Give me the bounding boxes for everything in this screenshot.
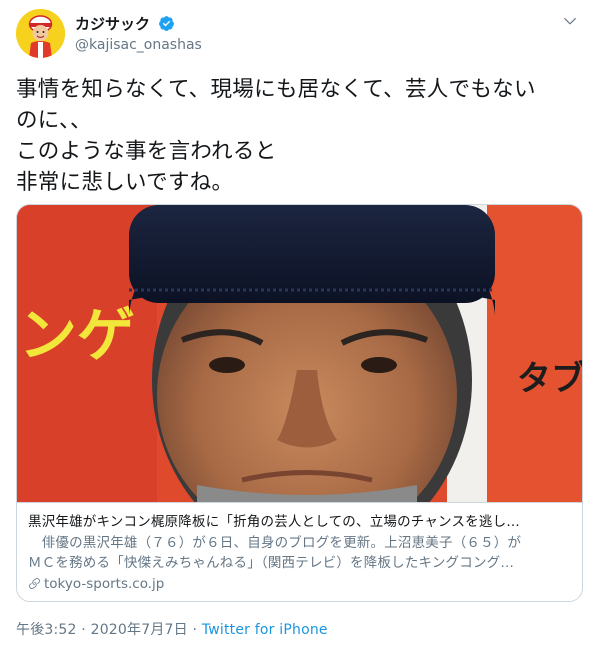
author-display-name[interactable]: カジサック: [75, 13, 150, 34]
tweet-text-line: 事情を知らなくて、現場にも居なくて、芸人でもない: [16, 77, 536, 102]
avatar[interactable]: [16, 9, 65, 58]
card-body[interactable]: 黒沢年雄がキンコン梶原降板に「折角の芸人としての、立場のチャンスを逃し… 俳優の…: [17, 502, 582, 601]
verified-badge-icon: [159, 16, 175, 31]
tweet-meta: 午後3:52 · 2020年7月7日 · Twitter for iPhone: [16, 619, 328, 639]
meta-separator: ·: [187, 622, 202, 638]
banner-text-left: ンゲ: [19, 301, 135, 369]
card-title[interactable]: 黒沢年雄がキンコン梶原降板に「折角の芸人としての、立場のチャンスを逃し…: [28, 512, 573, 532]
avatar-illustration: [16, 9, 65, 58]
card-description-line: ＭＣを務める「快傑えみちゃんねる」（関西テレビ）を降板したキングコング…: [28, 554, 515, 571]
author-handle[interactable]: @kajisac_onashas: [75, 37, 202, 53]
banner-text-right: タブ: [517, 359, 583, 399]
tweet-text-line: のに、、: [16, 108, 92, 133]
card-description-line: 俳優の黒沢年雄（７６）が６日、自身のブログを更新。上沼恵美子（６５）が: [28, 535, 522, 551]
link-icon: [29, 578, 40, 589]
tweet-time[interactable]: 午後3:52: [16, 622, 77, 638]
tweet-text: 事情を知らなくて、現場にも居なくて、芸人でもない のに、、 このような事を言われ…: [16, 74, 579, 198]
tweet-text-line: このような事を言われると: [16, 139, 277, 164]
card-domain[interactable]: tokyo-sports.co.jp: [28, 574, 573, 594]
card-photo: ンゲ タブ: [17, 205, 583, 502]
link-card[interactable]: ンゲ タブ 黒沢年雄がキンコン梶原降板に「折角の芸人としての、立場のチャンスを逃…: [16, 204, 583, 602]
tweet-date[interactable]: 2020年7月7日: [91, 622, 188, 638]
tweet-source-link[interactable]: Twitter for iPhone: [202, 622, 328, 638]
author-info[interactable]: カジサック @kajisac_onashas: [75, 13, 202, 53]
meta-separator: ·: [76, 622, 91, 638]
chevron-down-icon[interactable]: [561, 12, 579, 30]
card-image[interactable]: ンゲ タブ: [17, 205, 583, 502]
card-description: 俳優の黒沢年雄（７６）が６日、自身のブログを更新。上沼恵美子（６５）が ＭＣを務…: [28, 534, 573, 573]
card-domain-text[interactable]: tokyo-sports.co.jp: [44, 576, 164, 592]
tweet-header: カジサック @kajisac_onashas: [16, 8, 579, 58]
tweet-text-line: 非常に悲しいですね。: [16, 170, 234, 195]
